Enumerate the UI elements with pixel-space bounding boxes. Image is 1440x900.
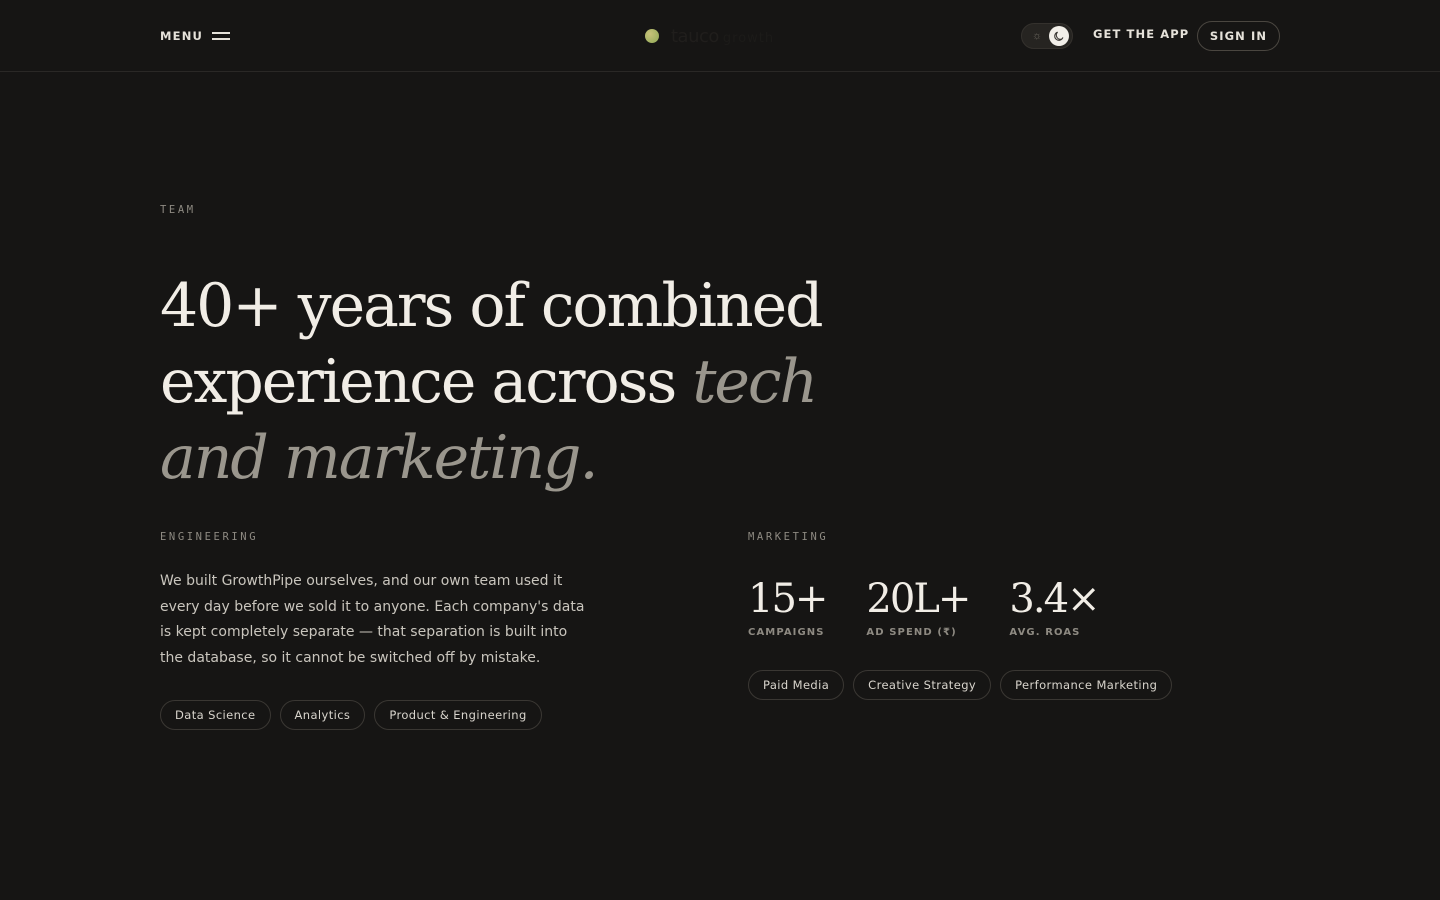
tag-performance-marketing: Performance Marketing — [1000, 670, 1173, 700]
sun-icon: ☼ — [1031, 30, 1043, 42]
stat-label: CAMPAIGNS — [748, 627, 825, 638]
logo[interactable]: tauco growth — [645, 24, 774, 48]
theme-toggle[interactable]: ☼ — [1021, 23, 1073, 49]
tag-paid-media: Paid Media — [748, 670, 845, 700]
engineering-tags: Data Science Analytics Product & Enginee… — [160, 700, 542, 730]
marketing-tags: Paid Media Creative Strategy Performance… — [748, 670, 1173, 700]
team-eyebrow: TEAM — [160, 204, 196, 216]
stat-ad-spend: 20L+ AD SPEND (₹) — [866, 576, 971, 638]
stat-label: AVG. ROAS — [1009, 627, 1081, 638]
stat-avg-roas: 3.4× AVG. ROAS — [1009, 576, 1100, 638]
sign-in-button[interactable]: SIGN IN — [1197, 21, 1280, 51]
engineering-body: We built GrowthPipe ourselves, and our o… — [160, 573, 585, 666]
marketing-eyebrow: MARKETING — [748, 531, 829, 543]
logo-subtext: growth — [722, 30, 775, 46]
site-header: MENU tauco growth ☼ GET THE APP SIGN IN — [0, 0, 1440, 72]
logo-dot-icon — [645, 29, 659, 43]
logo-wordmark: tauco growth — [671, 26, 774, 47]
stat-value: 3.4× — [1009, 576, 1100, 622]
moon-icon — [1054, 31, 1064, 41]
team-headline: 40+ years of combined experience across … — [160, 268, 880, 496]
menu-button[interactable]: MENU — [160, 26, 231, 46]
stat-campaigns: 15+ CAMPAIGNS — [748, 576, 828, 638]
logo-text: tauco — [671, 25, 719, 47]
engineering-eyebrow: ENGINEERING — [160, 531, 259, 543]
toggle-knob — [1049, 26, 1069, 46]
get-the-app-link[interactable]: GET THE APP — [1093, 27, 1189, 41]
tag-product-engineering: Product & Engineering — [374, 700, 542, 730]
tag-creative-strategy: Creative Strategy — [853, 670, 992, 700]
tag-analytics: Analytics — [279, 700, 366, 730]
marketing-stats: 15+ CAMPAIGNS 20L+ AD SPEND (₹) 3.4× AVG… — [748, 576, 1101, 638]
hamburger-icon — [212, 32, 231, 40]
stat-value: 20L+ — [866, 576, 971, 622]
tag-data-science: Data Science — [160, 700, 271, 730]
stat-label: AD SPEND (₹) — [866, 627, 957, 638]
menu-label: MENU — [160, 29, 204, 43]
stat-value: 15+ — [748, 576, 828, 622]
